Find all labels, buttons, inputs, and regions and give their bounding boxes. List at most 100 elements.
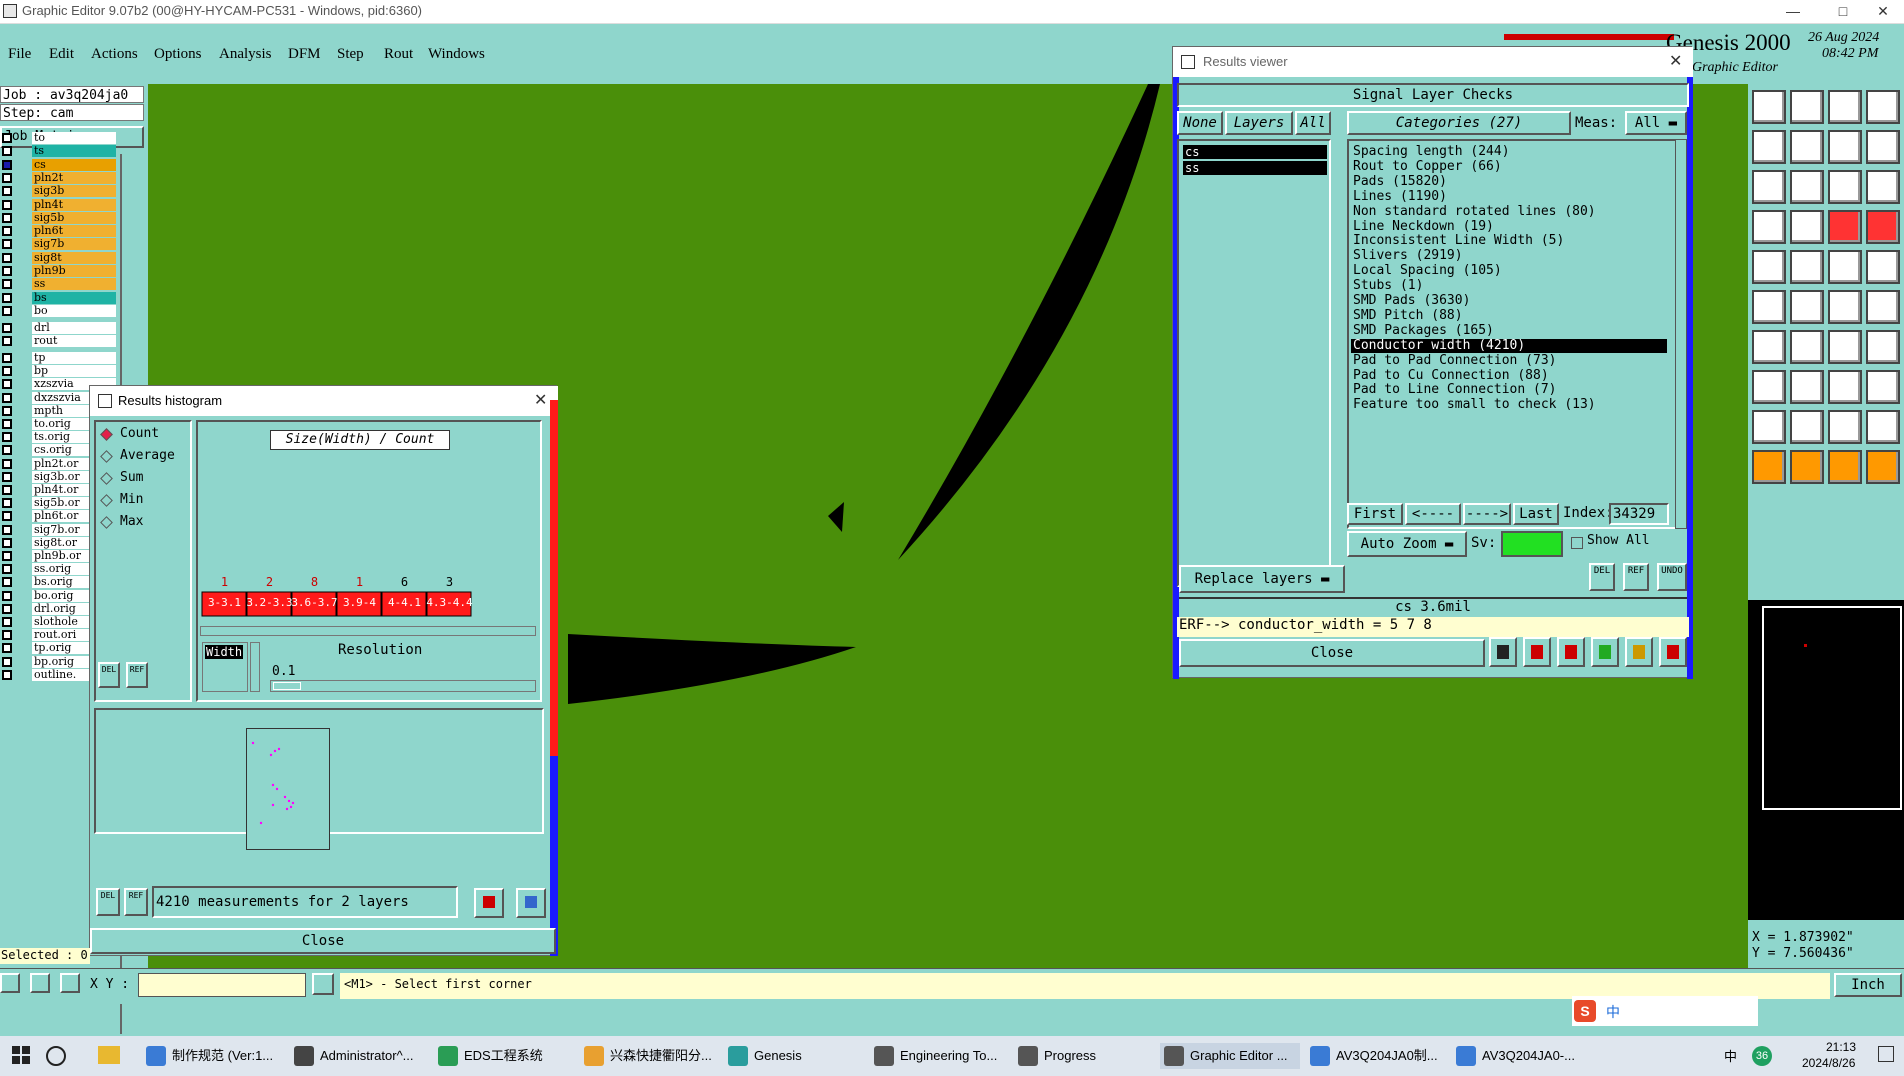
radio-icon[interactable] [100,428,113,441]
taskbar-item[interactable]: AV3Q204JA0-... [1452,1043,1592,1069]
stat-option[interactable]: Average [100,448,190,466]
layer-checkbox[interactable] [2,537,12,548]
arc-icon[interactable] [1828,330,1862,364]
hist-options-del-button[interactable]: DEL [98,662,120,688]
category-item[interactable]: Spacing length (244) [1351,145,1667,159]
search-icon[interactable] [46,1046,66,1066]
layer-checkbox[interactable] [2,458,12,469]
taskbar-item[interactable]: Graphic Editor ... [1160,1043,1300,1069]
menu-windows[interactable]: Windows [428,46,485,63]
category-item[interactable]: Feature too small to check (13) [1351,398,1667,412]
clear-icon[interactable] [1557,637,1585,667]
grid-tool-icon[interactable] [1790,210,1824,244]
triangle-c-icon[interactable] [1866,410,1900,444]
layer-checkbox[interactable] [2,603,12,614]
menu-step[interactable]: Step [337,46,364,63]
connect-icon[interactable] [1828,290,1862,324]
layer-checkbox[interactable] [2,172,12,183]
radio-icon[interactable] [100,472,113,485]
layer-checkbox[interactable] [2,292,12,303]
sv-color-select[interactable] [1501,531,1563,557]
layer-checkbox[interactable] [2,199,12,210]
layer-checkbox[interactable] [2,366,12,377]
layers-none-button[interactable]: None [1177,111,1223,135]
save-icon[interactable] [1790,90,1824,124]
menu-dfm[interactable]: DFM [288,46,321,63]
hist-del-button[interactable]: DEL [96,888,120,916]
open-icon[interactable] [1752,90,1786,124]
eraser-icon[interactable] [1790,250,1824,284]
rv-close-icon[interactable]: ✕ [1669,51,1682,71]
hist-close-icon[interactable]: ✕ [534,390,547,410]
layer-checkbox[interactable] [2,669,12,680]
layer-row[interactable]: sig3b [0,185,120,198]
pointer-d-icon[interactable] [1866,450,1900,484]
menu-options[interactable]: Options [154,46,202,63]
layer-row[interactable]: to [0,132,120,145]
category-item[interactable]: SMD Packages (165) [1351,323,1667,338]
graph-icon[interactable] [1489,637,1517,667]
layer-checkbox[interactable] [2,564,12,575]
path-icon[interactable] [1866,290,1900,324]
histogram-scrollbar[interactable] [200,626,536,636]
resolution-slider-thumb[interactable] [273,682,301,690]
layer-checkbox[interactable] [2,405,12,416]
xy-input[interactable] [138,973,306,997]
move-icon[interactable] [1828,370,1862,404]
notification-icon[interactable] [1878,1046,1894,1062]
hist-options-ref-button[interactable]: REF [126,662,148,688]
stop-icon[interactable] [1523,637,1551,667]
taskbar-item[interactable]: Progress [1014,1043,1154,1069]
layer-checkbox[interactable] [2,336,12,347]
layer-checkbox[interactable] [2,146,12,157]
layer-checkbox[interactable] [2,392,12,403]
width-scrollbar[interactable] [250,642,260,692]
layer-row[interactable]: rout [0,335,120,348]
snap-icon[interactable] [0,973,20,993]
layer-checkbox[interactable] [2,485,12,495]
category-item[interactable]: Slivers (2919) [1351,249,1667,263]
hist-ref-button[interactable]: REF [124,888,148,916]
pad-icon[interactable] [1752,370,1786,404]
layer-checkbox[interactable] [2,186,12,197]
menu-actions[interactable]: Actions [91,46,138,63]
layer-row[interactable]: bs [0,291,120,305]
category-item[interactable]: Pads (15820) [1351,174,1667,189]
start-icon[interactable] [12,1046,30,1064]
pointer-c-icon[interactable] [1828,450,1862,484]
layer-row[interactable]: sig8t [0,251,120,265]
layer-checkbox[interactable] [2,656,12,667]
home-icon[interactable] [1828,90,1862,124]
resolution-slider[interactable] [270,680,536,692]
layer-checkbox[interactable] [2,252,12,263]
last-button[interactable]: Last [1513,503,1559,525]
radio-icon[interactable] [100,450,113,463]
menu-rout[interactable]: Rout [384,46,413,63]
sogou-icon[interactable]: S [1574,1000,1596,1022]
category-item[interactable]: Non standard rotated lines (80) [1351,204,1667,219]
auto-zoom-button[interactable]: Auto Zoom ▬ [1347,531,1467,557]
layer-row[interactable]: sig5b [0,211,120,225]
layer-row[interactable]: ss [0,278,120,291]
tray-badge-icon[interactable]: 36 [1752,1046,1772,1066]
minimize-button[interactable]: — [1770,0,1816,24]
layer-checkbox[interactable] [2,279,12,290]
zoom-fit-icon[interactable] [1752,170,1786,204]
taskbar-item[interactable]: 兴森快捷衢阳分... [580,1043,720,1069]
ime-toolbar[interactable]: S 中 [1572,996,1758,1026]
taskbar-item[interactable]: EDS工程系统 [434,1043,574,1069]
layer-checkbox[interactable] [2,617,12,627]
next-button[interactable]: ----> [1463,503,1511,525]
rv-ref-button[interactable]: REF [1623,563,1649,591]
layer-row[interactable]: bo [0,304,120,318]
layer-row[interactable]: pln9b [0,265,120,278]
layer-checkbox[interactable] [2,353,12,363]
meas-select[interactable]: All ▬ [1625,111,1687,135]
rv-del-button[interactable]: DEL [1589,563,1615,591]
hist-report-icon[interactable] [516,888,546,918]
node-icon[interactable] [1752,290,1786,324]
category-item[interactable]: Lines (1190) [1351,189,1667,204]
category-item[interactable]: Pad to Pad Connection (73) [1351,353,1667,368]
unit-select[interactable]: Inch [1834,973,1902,997]
layer-checkbox[interactable] [2,524,12,535]
